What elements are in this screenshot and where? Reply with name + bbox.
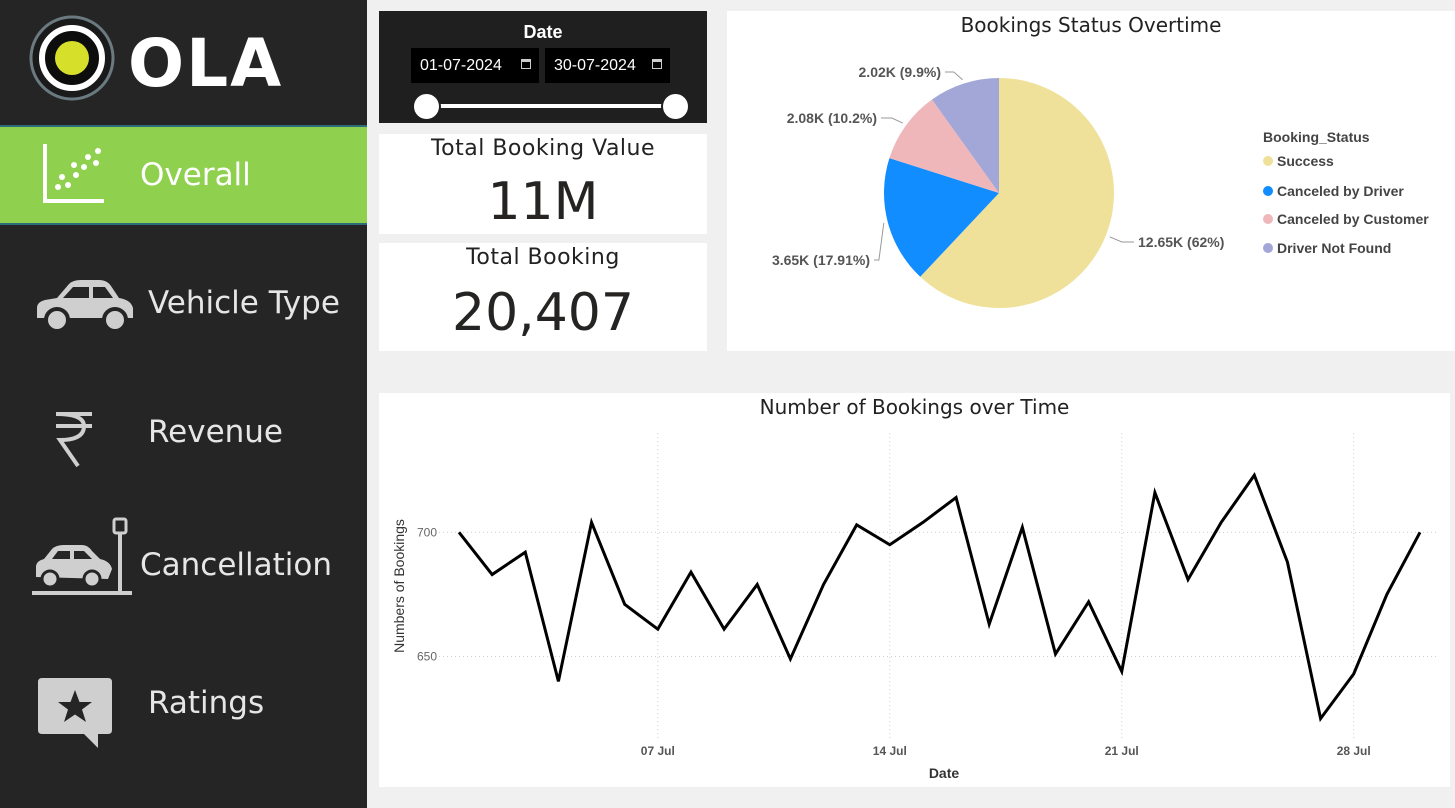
x-tick-label: 07 Jul — [641, 744, 675, 758]
kpi-value: 20,407 — [452, 283, 634, 343]
y-tick-label: 650 — [417, 650, 437, 664]
pie-data-label: 3.65K (17.91%) — [772, 252, 870, 268]
date-slicer-title: Date — [523, 22, 563, 42]
nav-item-revenue[interactable]: Revenue — [0, 382, 367, 482]
series-line — [457, 472, 1422, 723]
legend-label: Canceled by Driver — [1277, 183, 1404, 199]
nav-item-cancellation[interactable]: Cancellation — [0, 515, 367, 615]
nav-label-cancellation: Cancellation — [140, 547, 333, 583]
start-date-value: 01-07-2024 — [420, 56, 502, 74]
y-axis-title: Numbers of Bookings — [391, 519, 407, 653]
nav-label-vehicle-type: Vehicle Type — [148, 285, 340, 321]
pie-leader-line — [945, 71, 963, 81]
legend-label: Canceled by Customer — [1277, 211, 1429, 227]
total-booking-value-card: Total Booking Value 11M — [379, 134, 707, 234]
legend-dot — [1263, 156, 1273, 166]
x-tick-label: 21 Jul — [1105, 744, 1139, 758]
scatter-chart-icon — [43, 144, 104, 203]
kpi-title: Total Booking — [466, 245, 620, 270]
x-tick-label: 14 Jul — [873, 744, 907, 758]
nav-label-revenue: Revenue — [148, 414, 284, 450]
brand-name: OLA — [128, 25, 283, 102]
kpi-title: Total Booking Value — [430, 136, 656, 161]
line-chart: 07 Jul 14 Jul 21 Jul 28 Jul 650 700 Date Number… — [391, 433, 1439, 781]
legend-item-driver-not-found[interactable]: Driver Not Found — [1263, 240, 1391, 256]
date-range-slider[interactable] — [427, 104, 677, 108]
legend-item-canceled-by-customer[interactable]: Canceled by Customer — [1263, 211, 1429, 227]
pie-chart: 12.65K (62%) 3.65K (17.91%) 2.08K (10.2%) 2… — [772, 64, 1224, 308]
nav-item-ratings[interactable]: Ratings — [0, 653, 367, 753]
legend-dot — [1263, 214, 1273, 224]
kpi-value: 11M — [487, 172, 599, 232]
bookings-over-time-chart-card: Number of Bookings over Time 07 Jul 14 Ju… — [379, 393, 1450, 787]
nav-label-ratings: Ratings — [148, 685, 265, 721]
booking-status-chart-card: Bookings Status Overtime 12.65K (62%) 3.6… — [727, 11, 1455, 351]
legend-dot — [1263, 243, 1273, 253]
start-date-input[interactable]: 01-07-2024 — [411, 48, 539, 83]
pie-leader-line — [1109, 236, 1134, 243]
legend-title: Booking_Status — [1263, 129, 1370, 145]
y-tick-label: 700 — [417, 525, 437, 539]
nav-item-overall[interactable]: Overall — [0, 125, 367, 225]
slider-end-handle[interactable] — [661, 92, 690, 121]
x-tick-label: 28 Jul — [1337, 744, 1371, 758]
legend-label: Driver Not Found — [1277, 240, 1392, 256]
sidebar: OLA Overall Vehicle Type Revenue Cancell… — [0, 0, 367, 808]
pie-leader-line — [881, 117, 903, 124]
car-icon — [37, 280, 133, 333]
calendar-icon[interactable] — [652, 59, 662, 69]
slider-start-handle[interactable] — [412, 92, 441, 121]
pie-data-label: 2.02K (9.9%) — [859, 64, 941, 80]
nav-label-overall: Overall — [140, 157, 251, 193]
legend-dot — [1263, 186, 1273, 196]
pie-leader-line — [874, 222, 885, 261]
total-booking-card: Total Booking 20,407 — [379, 243, 707, 351]
pie-data-label: 12.65K (62%) — [1138, 234, 1224, 250]
legend-item-canceled-by-driver[interactable]: Canceled by Driver — [1263, 183, 1404, 199]
date-slicer: Date 01-07-2024 30-07-2024 — [379, 11, 707, 123]
ola-logo: OLA — [29, 15, 283, 102]
car-crash-icon — [32, 517, 132, 595]
end-date-value: 30-07-2024 — [554, 56, 636, 74]
x-axis-title: Date — [929, 765, 960, 781]
nav-item-vehicle-type[interactable]: Vehicle Type — [0, 253, 367, 353]
rupee-icon — [55, 412, 92, 468]
calendar-icon[interactable] — [521, 59, 531, 69]
star-comment-icon — [38, 678, 112, 748]
legend-item-success[interactable]: Success — [1263, 153, 1334, 169]
pie-data-label: 2.08K (10.2%) — [787, 110, 877, 126]
legend-label: Success — [1277, 153, 1334, 169]
end-date-input[interactable]: 30-07-2024 — [545, 48, 670, 83]
